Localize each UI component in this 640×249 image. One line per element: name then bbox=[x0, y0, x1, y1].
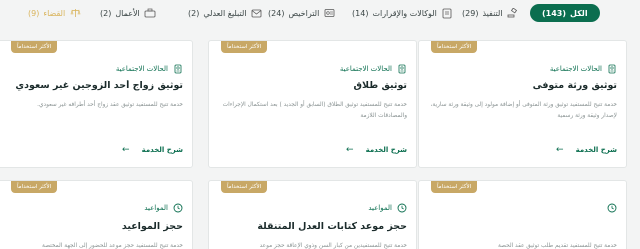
tab-judicial-notification[interactable]: التبليغ العدلي (2) bbox=[188, 4, 263, 22]
service-card-appointments[interactable]: الأكثر استخداماً المواعيد حجز المواعيد خ… bbox=[0, 180, 193, 249]
tab-label: الكل bbox=[570, 8, 588, 18]
tab-count: (29) bbox=[462, 8, 479, 18]
mail-icon bbox=[251, 8, 263, 18]
service-details-link[interactable]: شرح الخدمة ← bbox=[346, 145, 407, 155]
tab-count: (14) bbox=[352, 8, 369, 18]
tab-licenses[interactable]: التراخيص (24) bbox=[268, 4, 335, 22]
clock-icon bbox=[607, 203, 617, 213]
tab-count: (2) bbox=[100, 8, 112, 18]
service-description: خدمة تتيح للمستفيد توثيق ورثة المتوفى أو… bbox=[430, 102, 617, 119]
tab-label: التنفيذ bbox=[482, 8, 503, 18]
service-description: خدمة تتيح للمستفيدين من كبار السن وذوي ا… bbox=[259, 243, 407, 249]
service-description: خدمة تتيح للمستفيد حجز موعد للحضور إلى ا… bbox=[42, 243, 183, 249]
most-used-badge: الأكثر استخداماً bbox=[431, 41, 478, 53]
scales-icon bbox=[69, 8, 81, 18]
tab-powers-of-attorney[interactable]: الوكالات والإقرارات (14) bbox=[352, 4, 453, 22]
most-used-badge: الأكثر استخداماً bbox=[11, 181, 58, 193]
tab-label: التبليغ العدلي bbox=[203, 8, 247, 18]
service-description: خدمة تتيح للمستفيد توثيق الطلاق (السابق … bbox=[222, 102, 407, 119]
service-card-mobile-notary[interactable]: الأكثر استخداماً المواعيد حجز موعد كتابا… bbox=[208, 180, 417, 249]
tab-count: (2) bbox=[188, 8, 200, 18]
tab-count: (24) bbox=[268, 8, 285, 18]
tab-count: (143) bbox=[542, 8, 567, 18]
family-icon bbox=[173, 64, 183, 74]
service-card-divorce[interactable]: الأكثر استخداماً الحالات الاجتماعية توثي… bbox=[208, 40, 417, 168]
arrow-left-icon: ← bbox=[346, 145, 354, 155]
service-category: الحالات الاجتماعية bbox=[340, 64, 407, 74]
tab-judiciary[interactable]: القضاء (9) bbox=[28, 4, 81, 22]
service-description: خدمة تتيح للمستفيد تقديم طلب توثيق عقد ا… bbox=[497, 243, 617, 249]
tab-count: (9) bbox=[28, 8, 40, 18]
category-label: الحالات الاجتماعية bbox=[115, 65, 168, 73]
document-icon bbox=[441, 8, 453, 18]
service-details-link[interactable]: شرح الخدمة ← bbox=[122, 145, 183, 155]
service-card-mixed-marriage[interactable]: الأكثر استخداماً الحالات الاجتماعية توثي… bbox=[0, 40, 193, 168]
service-category: المواعيد bbox=[368, 203, 407, 213]
arrow-left-icon: ← bbox=[122, 145, 130, 155]
clock-icon bbox=[397, 203, 407, 213]
tab-business[interactable]: الأعمال (2) bbox=[100, 4, 156, 22]
service-card-share-contract[interactable]: الأكثر استخداماً خدمة تتيح للمستفيد تقدي… bbox=[418, 180, 627, 249]
most-used-badge: الأكثر استخداماً bbox=[431, 181, 478, 193]
most-used-badge: الأكثر استخداماً bbox=[11, 41, 58, 53]
tab-label: القضاء bbox=[43, 8, 66, 18]
chevron-left-icon[interactable] bbox=[6, 5, 20, 21]
tab-label: الأعمال bbox=[115, 8, 140, 18]
service-details-label: شرح الخدمة bbox=[141, 146, 183, 154]
service-title: حجز المواعيد bbox=[121, 221, 183, 232]
tab-all[interactable]: الكل (143) bbox=[530, 4, 600, 22]
tab-label: التراخيص bbox=[288, 8, 320, 18]
most-used-badge: الأكثر استخداماً bbox=[221, 41, 268, 53]
service-title: توثيق طلاق bbox=[353, 80, 408, 91]
most-used-badge: الأكثر استخداماً bbox=[221, 181, 268, 193]
service-title: توثيق زواج أحد الزوجين غير سعودي bbox=[15, 80, 183, 91]
family-icon bbox=[397, 64, 407, 74]
service-details-label: شرح الخدمة bbox=[575, 146, 617, 154]
license-icon bbox=[323, 8, 335, 18]
category-label: المواعيد bbox=[144, 204, 168, 212]
gavel-icon bbox=[507, 8, 519, 18]
service-category: الحالات الاجتماعية bbox=[550, 64, 617, 74]
tab-execution[interactable]: التنفيذ (29) bbox=[462, 4, 519, 22]
clock-icon bbox=[173, 203, 183, 213]
service-category: المواعيد bbox=[144, 203, 183, 213]
briefcase-icon bbox=[144, 8, 156, 18]
service-description: خدمة تتيح للمستفيد توثيق عقد زواج أحد أط… bbox=[37, 102, 183, 108]
category-tab-bar: ‹ الكل (143) التنفيذ (29) الوكالات والإق… bbox=[0, 0, 640, 26]
service-title: توثيق ورثة متوفى bbox=[532, 80, 617, 91]
service-details-link[interactable]: شرح الخدمة ← bbox=[556, 145, 617, 155]
service-title: حجز موعد كتابات العدل المتنقلة bbox=[257, 221, 407, 232]
service-details-label: شرح الخدمة bbox=[365, 146, 407, 154]
service-category bbox=[602, 203, 617, 213]
category-label: المواعيد bbox=[368, 204, 392, 212]
service-category: الحالات الاجتماعية bbox=[116, 64, 183, 74]
category-label: الحالات الاجتماعية bbox=[549, 65, 602, 73]
family-icon bbox=[607, 64, 617, 74]
category-label: الحالات الاجتماعية bbox=[339, 65, 392, 73]
tab-label: الوكالات والإقرارات bbox=[372, 8, 437, 18]
arrow-left-icon: ← bbox=[556, 145, 564, 155]
service-card-heirs[interactable]: الأكثر استخداماً الحالات الاجتماعية توثي… bbox=[418, 40, 627, 168]
